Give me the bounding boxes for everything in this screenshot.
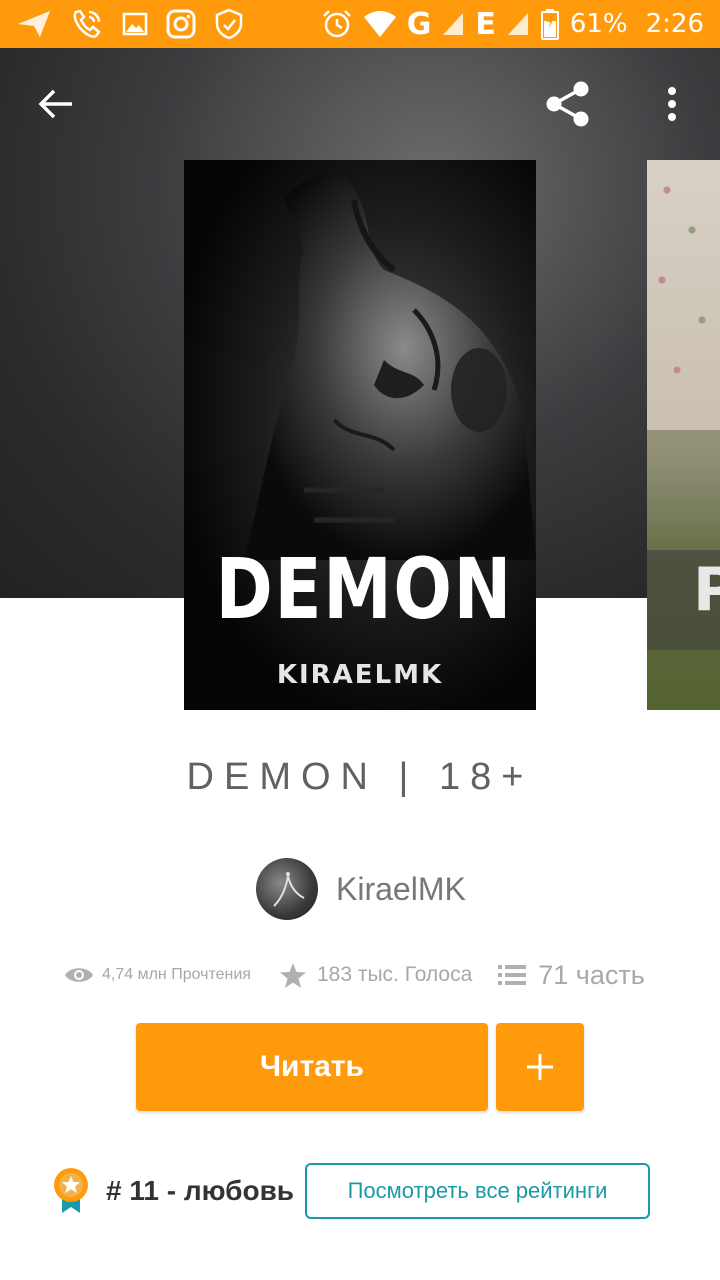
share-icon: [546, 81, 589, 127]
phone-call-icon: [70, 8, 104, 40]
share-button[interactable]: [540, 76, 596, 132]
battery-charging-icon: [540, 8, 560, 40]
avatar: [256, 858, 318, 920]
author-name: KiraelMK: [336, 870, 466, 907]
plus-icon: [527, 1054, 553, 1080]
add-to-library-button[interactable]: [496, 1023, 584, 1111]
votes-stat: 183 тыс. Голоса: [279, 962, 472, 989]
navigation-icon: [16, 9, 52, 39]
cover-artwork: [647, 160, 720, 430]
reads-stat: 4,74 млн Прочтения: [64, 964, 251, 986]
cover-title-text: DEMON: [215, 540, 513, 638]
ranking-medal-icon: [54, 1168, 88, 1213]
instagram-icon: [166, 9, 196, 39]
star-icon: [279, 962, 306, 988]
wifi-icon: [363, 10, 397, 38]
more-vert-icon: [668, 87, 676, 121]
book-stats: 4,74 млн Прочтения 183 тыс. Голоса 71 ча…: [64, 955, 645, 995]
signal-icon: [441, 11, 465, 37]
ranking-row: # 11 - любовь: [52, 1166, 294, 1216]
signal-icon: [506, 11, 530, 37]
network-type-g: G: [406, 6, 432, 42]
author-link[interactable]: KiraelMK: [256, 858, 466, 920]
back-button[interactable]: [28, 76, 84, 132]
list-icon: [498, 965, 527, 985]
read-button[interactable]: Читать: [136, 1023, 488, 1111]
cover-author-text: KIRAELMK: [276, 660, 444, 690]
book-title: DEMON | 18+: [186, 756, 534, 798]
battery-percent: 61%: [569, 9, 628, 39]
votes-count: 183 тыс. Голоса: [316, 963, 473, 986]
book-cover[interactable]: DEMON KIRAELMK: [184, 160, 536, 710]
reads-count: 4,74 млн Прочтения: [102, 966, 251, 983]
cover-artwork: [244, 173, 536, 560]
alarm-icon: [321, 8, 353, 40]
status-bar: G E 61% 2:26: [0, 0, 720, 48]
eye-icon: [65, 968, 93, 982]
security-shield-icon: [214, 8, 244, 40]
more-options-button[interactable]: [644, 76, 700, 132]
parts-stat: 71 часть: [498, 960, 645, 991]
image-icon: [122, 12, 148, 36]
next-book-cover[interactable]: P: [647, 160, 720, 710]
parts-count: 71 часть: [538, 959, 645, 990]
ranking-text: # 11 - любовь: [106, 1175, 294, 1206]
next-cover-title-fragment: P: [693, 555, 720, 625]
view-all-rankings-button[interactable]: Посмотреть все рейтинги: [305, 1163, 650, 1219]
network-type-e: E: [475, 6, 496, 42]
clock-time: 2:26: [645, 9, 704, 39]
arrow-left-icon: [38, 89, 72, 119]
